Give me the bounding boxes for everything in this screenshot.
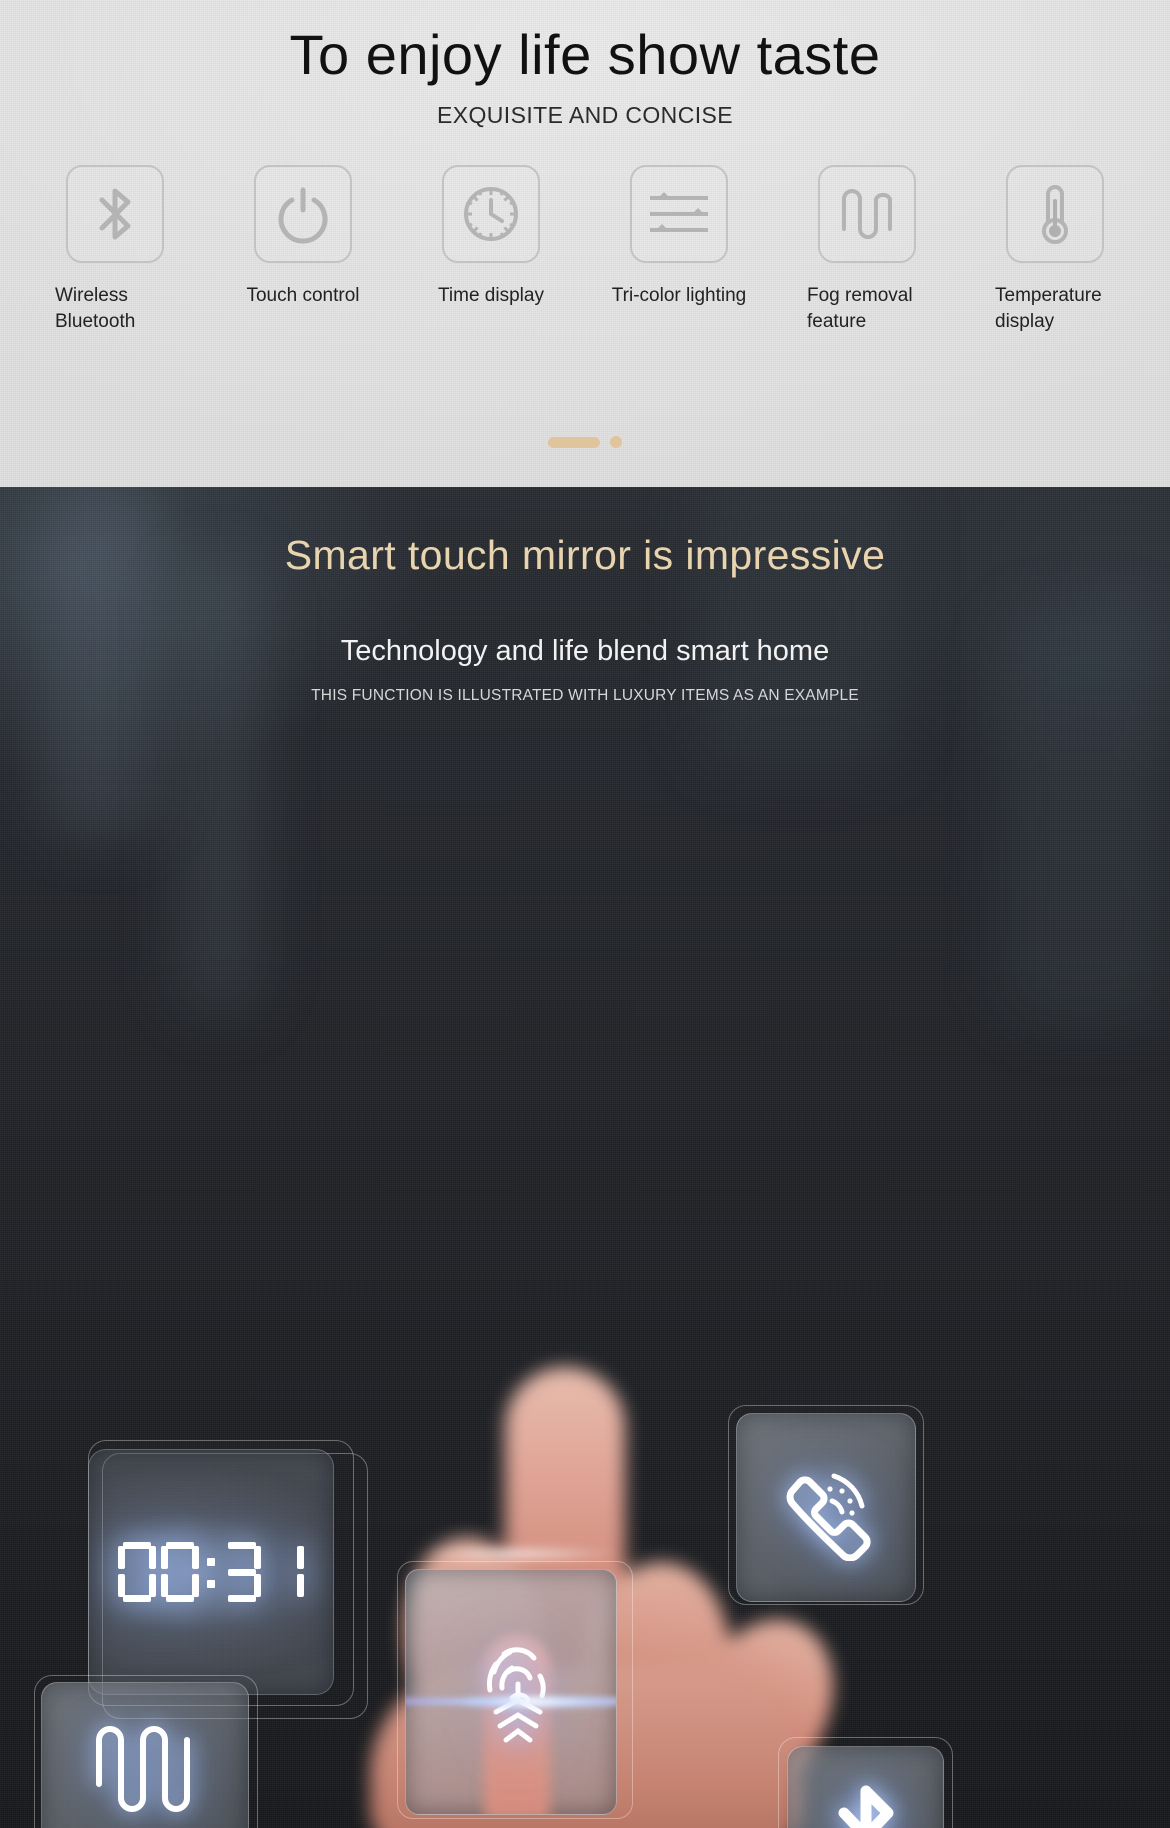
defog-coil-icon xyxy=(85,1718,205,1828)
sliders-icon xyxy=(646,185,712,243)
bluetooth-button[interactable] xyxy=(787,1746,944,1828)
clock-time-value xyxy=(117,1542,305,1602)
features-section: To enjoy life show taste EXQUISITE AND C… xyxy=(0,0,1170,487)
clock-display[interactable] xyxy=(88,1449,334,1695)
bluetooth-icon xyxy=(818,1777,914,1828)
feature-item-temperature-display[interactable]: Temperature display xyxy=(970,165,1140,334)
thermometer-icon xyxy=(1033,181,1077,247)
hero-section: Smart touch mirror is impressive Technol… xyxy=(0,487,1170,1828)
feature-item-tri-color-lighting[interactable]: Tri-color lighting xyxy=(594,165,764,334)
feature-item-time-display[interactable]: Time display xyxy=(406,165,576,334)
hero-title: Smart touch mirror is impressive xyxy=(284,532,886,578)
feature-label-time-display: Time display xyxy=(438,285,544,306)
phone-call-icon xyxy=(770,1449,882,1566)
hero-note: THIS FUNCTION IS ILLUSTRATED WITH LUXURY… xyxy=(311,687,859,704)
feature-tile-temperature-display xyxy=(1006,165,1104,263)
pagination-dot-2[interactable] xyxy=(610,436,622,448)
defog-tile[interactable] xyxy=(34,1675,262,1828)
clock-colon xyxy=(203,1542,219,1602)
feature-label-line1: Temperature xyxy=(995,285,1102,306)
background-blur-shape xyxy=(700,487,900,767)
carousel-pagination[interactable] xyxy=(0,436,1170,448)
fingerprint-tile[interactable] xyxy=(397,1561,637,1821)
feature-list: Wireless Bluetooth Touch control Time di… xyxy=(0,165,1170,334)
phone-call-tile[interactable] xyxy=(728,1405,928,1610)
power-icon xyxy=(275,184,331,244)
defog-coil-icon xyxy=(838,183,896,245)
feature-label-fog-removal: Fog removal feature xyxy=(807,283,927,334)
feature-label-line2: display xyxy=(995,310,1055,332)
feature-label-touch-control: Touch control xyxy=(246,285,360,306)
background-blur-shape xyxy=(1000,607,1170,1027)
defog-button[interactable] xyxy=(41,1682,249,1828)
feature-tile-time-display xyxy=(442,165,540,263)
digit-0 xyxy=(160,1542,200,1602)
clock-icon xyxy=(460,183,522,245)
light-flare-core xyxy=(466,1696,616,1708)
feature-tile-bluetooth xyxy=(66,165,164,263)
feature-label-line1: Fog removal xyxy=(807,285,913,306)
feature-tile-fog-removal xyxy=(818,165,916,263)
feature-label-line1: Wireless xyxy=(55,285,128,306)
feature-label-wireless-bluetooth: Wireless Bluetooth xyxy=(55,283,175,334)
feature-label-line2: Bluetooth xyxy=(55,310,136,332)
feature-tile-touch-control xyxy=(254,165,352,263)
bluetooth-icon xyxy=(89,183,141,245)
background-blur-shape xyxy=(175,557,265,1017)
feature-tile-tri-color-lighting xyxy=(630,165,728,263)
tile-top-highlight xyxy=(420,1547,620,1561)
feature-label-tri-color-lighting: Tri-color lighting xyxy=(611,285,747,306)
digit-1 xyxy=(265,1542,305,1602)
phone-call-button[interactable] xyxy=(736,1413,916,1602)
fingerprint-scanner[interactable] xyxy=(405,1569,617,1815)
digit-0 xyxy=(117,1542,157,1602)
feature-label-line2: feature xyxy=(807,310,867,332)
feature-label-temperature-display: Temperature display xyxy=(995,283,1115,334)
hero-subtitle: Technology and life blend smart home xyxy=(340,635,830,667)
feature-item-touch-control[interactable]: Touch control xyxy=(218,165,388,334)
pagination-dot-active[interactable] xyxy=(548,436,600,448)
feature-item-fog-removal[interactable]: Fog removal feature xyxy=(782,165,952,334)
digit-3 xyxy=(222,1542,262,1602)
page-subtitle: EXQUISITE AND CONCISE xyxy=(437,102,733,128)
bluetooth-tile[interactable] xyxy=(778,1737,958,1828)
page-title: To enjoy life show taste xyxy=(289,23,881,86)
feature-item-wireless-bluetooth[interactable]: Wireless Bluetooth xyxy=(30,165,200,334)
